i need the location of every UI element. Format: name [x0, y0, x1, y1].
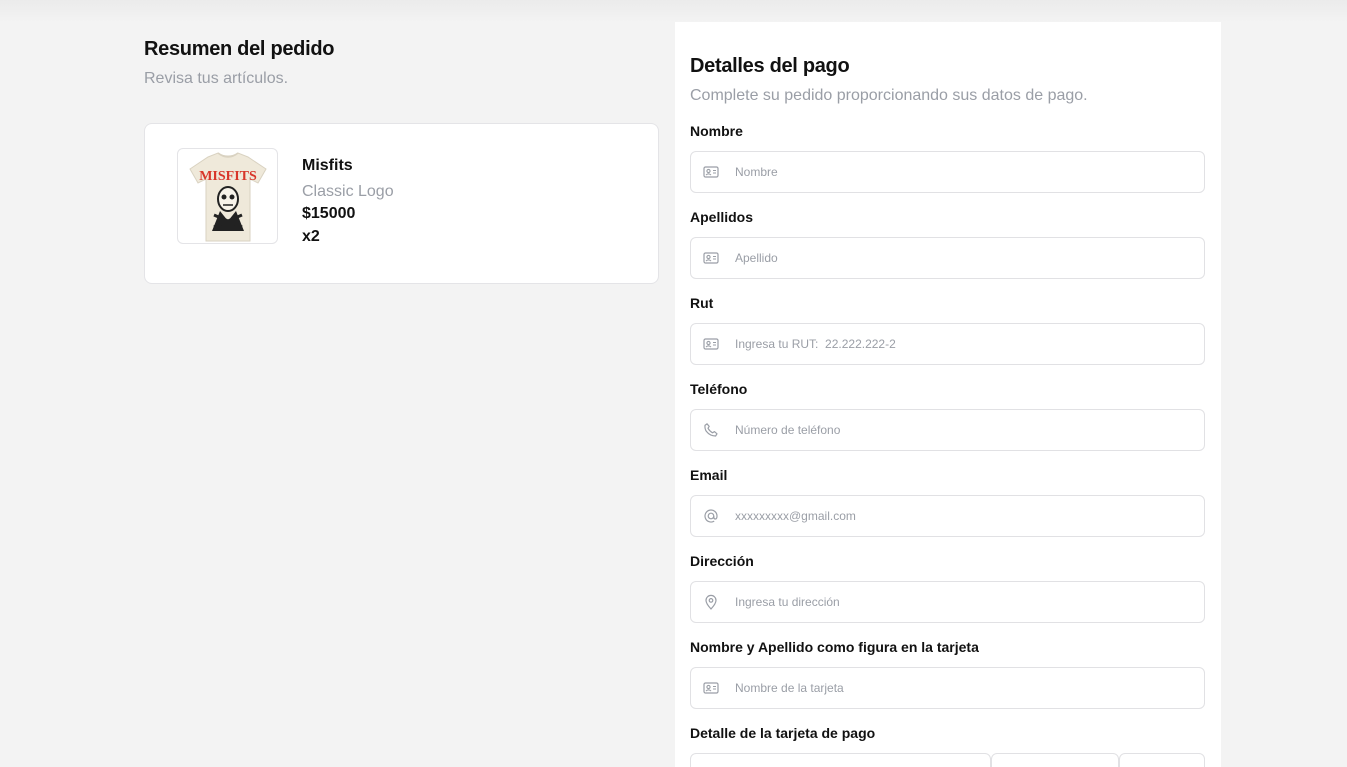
email-input[interactable] [735, 496, 1195, 536]
field-email: Email [690, 467, 1205, 537]
product-variant: Classic Logo [302, 183, 394, 200]
map-pin-icon [703, 594, 719, 610]
top-shade [0, 0, 1347, 22]
id-card-icon [703, 164, 719, 180]
product-image: MISFITS [177, 148, 278, 244]
rut-input-box[interactable] [690, 323, 1205, 365]
field-label: Dirección [690, 553, 754, 569]
field-label: Nombre y Apellido como figura en la tarj… [690, 639, 979, 655]
field-nombre: Nombre [690, 123, 1205, 193]
product-name: Misfits [302, 157, 353, 174]
misfits-logo-text: MISFITS [199, 169, 257, 184]
payment-details-panel: Detalles del pago Complete su pedido pro… [675, 22, 1221, 767]
telefono-input-box[interactable] [690, 409, 1205, 451]
product-info: Misfits Classic Logo $15000 x2 [302, 157, 394, 246]
field-direccion: Dirección [690, 553, 1205, 623]
direccion-input-box[interactable] [690, 581, 1205, 623]
apellidos-input[interactable] [735, 238, 1195, 278]
id-card-icon [703, 336, 719, 352]
field-label: Rut [690, 295, 714, 311]
field-label: Nombre [690, 123, 743, 139]
field-apellidos: Apellidos [690, 209, 1205, 279]
payment-title: Detalles del pago [690, 55, 850, 77]
rut-input[interactable] [735, 324, 1195, 364]
card-detail-label: Detalle de la tarjeta de pago [690, 725, 876, 741]
field-rut: Rut [690, 295, 1205, 365]
product-quantity: x2 [302, 228, 320, 245]
card-number-input[interactable] [690, 753, 991, 767]
product-price: $15000 [302, 205, 356, 222]
field-card-detail: Detalle de la tarjeta de pago [690, 725, 1205, 741]
card-cvc-input[interactable] [1119, 753, 1205, 767]
nombre-input[interactable] [735, 152, 1195, 192]
id-card-icon [703, 250, 719, 266]
phone-icon [703, 422, 719, 438]
summary-title: Resumen del pedido [144, 38, 335, 60]
card-detail-inputs [690, 753, 1205, 767]
direccion-input[interactable] [735, 582, 1195, 622]
order-summary: Resumen del pedido Revisa tus artículos.… [144, 38, 659, 284]
card-expiry-input[interactable] [991, 753, 1119, 767]
field-label: Teléfono [690, 381, 748, 397]
field-nombre-tarjeta: Nombre y Apellido como figura en la tarj… [690, 639, 1205, 709]
email-input-box[interactable] [690, 495, 1205, 537]
telefono-input[interactable] [735, 410, 1195, 450]
tshirt-image: MISFITS [189, 152, 267, 242]
apellidos-input-box[interactable] [690, 237, 1205, 279]
summary-subtitle: Revisa tus artículos. [144, 70, 289, 87]
nombre-input-box[interactable] [690, 151, 1205, 193]
cart-item-card: MISFITS Misfits Classic Logo $15000 x2 [144, 123, 659, 284]
field-telefono: Teléfono [690, 381, 1205, 451]
nombre-tarjeta-input[interactable] [735, 668, 1195, 708]
field-label: Email [690, 467, 728, 483]
field-label: Apellidos [690, 209, 754, 225]
at-sign-icon [703, 508, 719, 524]
id-card-icon [703, 680, 719, 696]
payment-subtitle: Complete su pedido proporcionando sus da… [690, 87, 1088, 104]
nombre-tarjeta-input-box[interactable] [690, 667, 1205, 709]
